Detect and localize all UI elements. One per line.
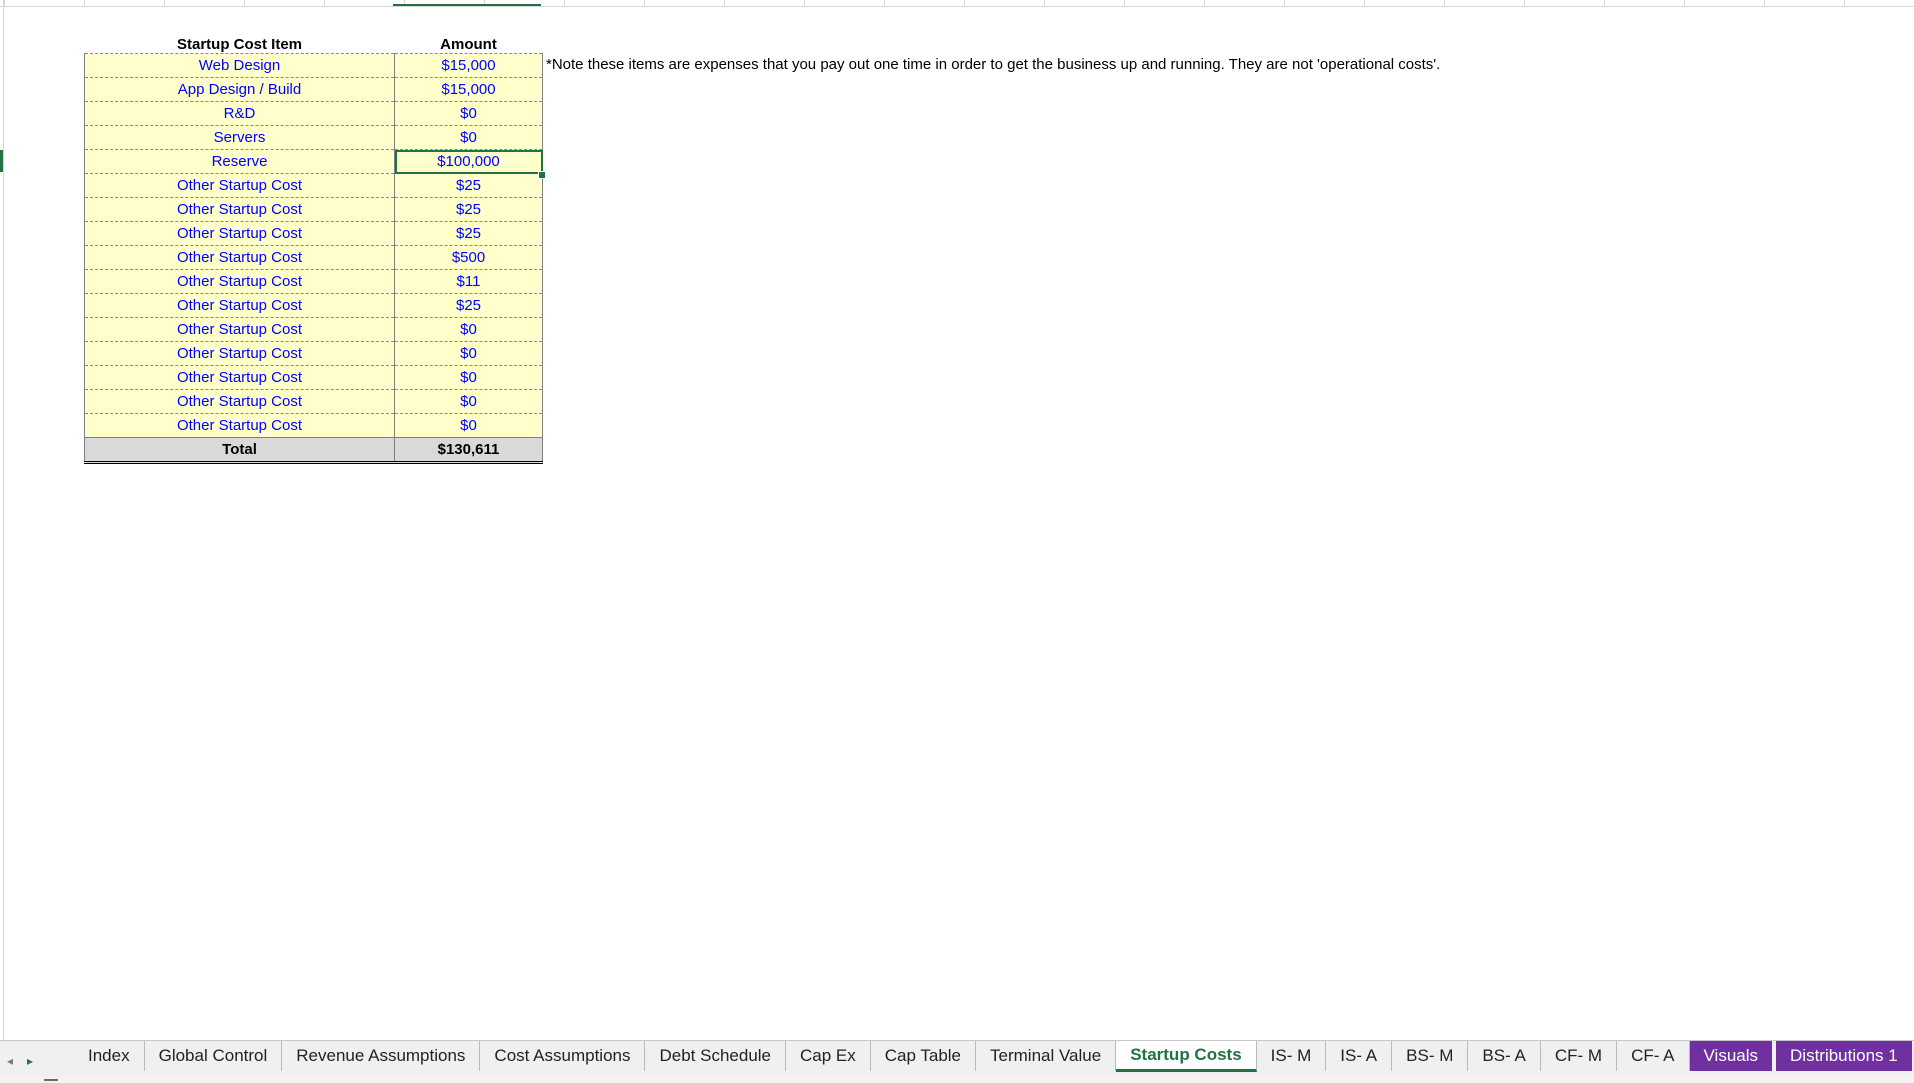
- column-gridlines: [0, 0, 1914, 7]
- sheet-tab[interactable]: Index: [74, 1041, 145, 1071]
- header-amount[interactable]: Amount: [395, 30, 543, 54]
- cost-item-cell[interactable]: Other Startup Cost: [84, 173, 395, 198]
- sheet-tab[interactable]: CF- M: [1541, 1041, 1618, 1071]
- amount-cell[interactable]: $500: [394, 245, 543, 270]
- total-label-cell[interactable]: Total: [84, 437, 395, 464]
- cost-item-cell[interactable]: Other Startup Cost: [84, 413, 395, 438]
- worksheet-area[interactable]: Startup Cost Item Amount Web Design $15,0…: [0, 0, 1914, 1040]
- table-row: Other Startup Cost $0: [84, 341, 543, 366]
- sheet-tab[interactable]: Visuals: [1689, 1041, 1777, 1071]
- table-row: Other Startup Cost $25: [84, 293, 543, 318]
- cost-item-cell[interactable]: Other Startup Cost: [84, 317, 395, 342]
- table-row: Servers $0: [84, 125, 543, 150]
- table-row: Other Startup Cost $500: [84, 245, 543, 270]
- cost-item-cell[interactable]: Other Startup Cost: [84, 389, 395, 414]
- sheet-tab[interactable]: Global Control: [145, 1041, 283, 1071]
- fill-handle[interactable]: [538, 171, 546, 179]
- table-row: Other Startup Cost $25: [84, 197, 543, 222]
- sheet-tab[interactable]: IS- M: [1257, 1041, 1327, 1071]
- table-row: Web Design $15,000: [84, 53, 543, 78]
- table-row: Other Startup Cost $0: [84, 413, 543, 438]
- cost-item-cell[interactable]: Other Startup Cost: [84, 197, 395, 222]
- table-row: Reserve $100,000: [84, 149, 543, 174]
- sheet-tab[interactable]: Distributions 1: [1776, 1041, 1914, 1071]
- total-amount-cell[interactable]: $130,611: [394, 437, 543, 464]
- amount-cell[interactable]: $0: [394, 341, 543, 366]
- sheet-tab[interactable]: BS- M: [1392, 1041, 1469, 1071]
- amount-cell[interactable]: $0: [394, 413, 543, 438]
- cost-item-cell[interactable]: Other Startup Cost: [84, 221, 395, 246]
- status-bar: [0, 1077, 1914, 1082]
- amount-cell[interactable]: $15,000: [394, 53, 543, 78]
- cost-item-cell[interactable]: Other Startup Cost: [84, 269, 395, 294]
- sheet-tab[interactable]: Terminal Value: [976, 1041, 1117, 1071]
- amount-cell[interactable]: $25: [394, 293, 543, 318]
- cost-item-cell[interactable]: App Design / Build: [84, 77, 395, 102]
- cost-item-cell[interactable]: Other Startup Cost: [84, 365, 395, 390]
- table-row: Other Startup Cost $11: [84, 269, 543, 294]
- cost-item-cell[interactable]: Servers: [84, 125, 395, 150]
- column-selection-indicator: [393, 4, 541, 6]
- sheet-tab[interactable]: Debt Schedule: [645, 1041, 787, 1071]
- amount-cell[interactable]: $0: [394, 389, 543, 414]
- sheet-tab[interactable]: Startup Costs: [1116, 1041, 1257, 1072]
- sheet-tab[interactable]: CF- A: [1617, 1041, 1690, 1071]
- triangle-left-icon[interactable]: ◂: [0, 1049, 20, 1073]
- amount-cell[interactable]: $25: [394, 173, 543, 198]
- cost-item-cell[interactable]: Other Startup Cost: [84, 341, 395, 366]
- amount-cell[interactable]: $15,000: [394, 77, 543, 102]
- cost-item-cell[interactable]: Other Startup Cost: [84, 293, 395, 318]
- table-row: Other Startup Cost $25: [84, 221, 543, 246]
- sheet-tab[interactable]: BS- A: [1468, 1041, 1541, 1071]
- table-row: Other Startup Cost $0: [84, 365, 543, 390]
- row-header-edge: [3, 0, 4, 1040]
- sheet-tab[interactable]: Cap Ex: [786, 1041, 871, 1071]
- cost-item-cell[interactable]: Other Startup Cost: [84, 245, 395, 270]
- active-row-indicator: [0, 150, 3, 172]
- status-marker: [44, 1079, 58, 1081]
- table-row: Other Startup Cost $0: [84, 317, 543, 342]
- amount-cell[interactable]: $25: [394, 197, 543, 222]
- amount-cell[interactable]: $0: [394, 317, 543, 342]
- cost-item-cell[interactable]: Reserve: [84, 149, 395, 174]
- table-row: Other Startup Cost $25: [84, 173, 543, 198]
- header-startup-cost-item[interactable]: Startup Cost Item: [85, 30, 395, 54]
- sheet-tab[interactable]: Cap Table: [871, 1041, 977, 1071]
- sheet-tabs: Index Global Control Revenue Assumptions Co…: [74, 1041, 1914, 1075]
- sheet-tab[interactable]: IS- A: [1326, 1041, 1393, 1071]
- table-row: Other Startup Cost $0: [84, 389, 543, 414]
- table-row: R&D $0: [84, 101, 543, 126]
- amount-cell[interactable]: $25: [394, 221, 543, 246]
- cost-item-cell[interactable]: Web Design: [84, 53, 395, 78]
- cost-item-cell[interactable]: R&D: [84, 101, 395, 126]
- triangle-right-icon[interactable]: ▸: [20, 1049, 40, 1073]
- table-header-row: Startup Cost Item Amount: [85, 30, 543, 54]
- note-text[interactable]: *Note these items are expenses that you …: [546, 56, 1440, 73]
- amount-cell[interactable]: $11: [394, 269, 543, 294]
- table-row: App Design / Build $15,000: [84, 77, 543, 102]
- amount-cell[interactable]: $0: [394, 125, 543, 150]
- sheet-tab[interactable]: Cost Assumptions: [480, 1041, 646, 1071]
- selected-amount-cell[interactable]: $100,000: [394, 149, 543, 174]
- total-row: Total $130,611: [84, 437, 543, 464]
- amount-cell[interactable]: $0: [394, 101, 543, 126]
- amount-cell[interactable]: $0: [394, 365, 543, 390]
- startup-cost-table: Startup Cost Item Amount Web Design $15,0…: [84, 30, 543, 464]
- sheet-tab[interactable]: Revenue Assumptions: [282, 1041, 481, 1071]
